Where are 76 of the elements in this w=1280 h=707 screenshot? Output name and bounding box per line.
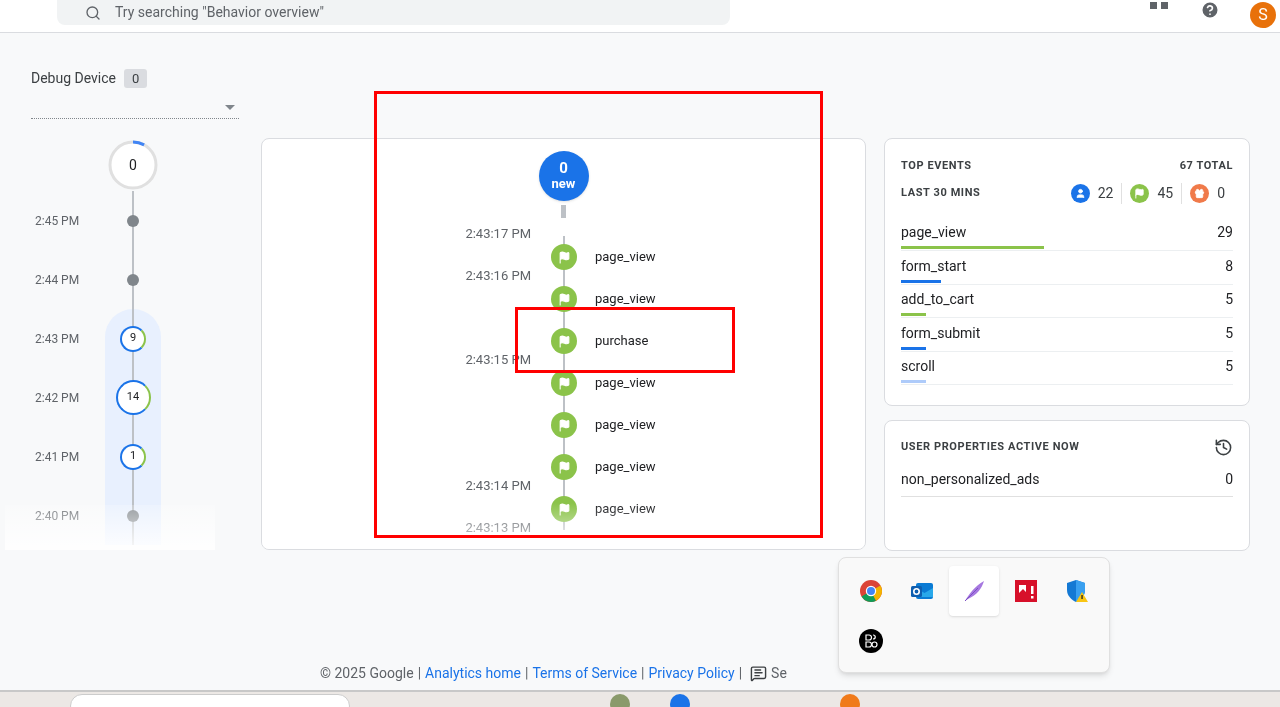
- flag-icon[interactable]: [551, 412, 577, 438]
- second-label: 2:43:14 PM: [465, 477, 532, 495]
- total-count: 67 TOTAL: [1179, 158, 1233, 174]
- search-field[interactable]: Try searching "Behavior overview": [57, 0, 730, 25]
- event-name[interactable]: page_view: [595, 247, 656, 267]
- property-name: non_personalized_ads: [901, 470, 1040, 489]
- event-count: 29: [1217, 223, 1233, 242]
- feedback-link[interactable]: Se: [771, 663, 787, 684]
- type-count: 0: [1217, 183, 1225, 203]
- event-name[interactable]: purchase: [595, 331, 649, 351]
- property-value: 0: [1225, 470, 1233, 489]
- search-input[interactable]: Try searching "Behavior overview": [115, 2, 730, 23]
- card-title: USER PROPERTIES ACTIVE NOW: [901, 439, 1080, 456]
- event-name[interactable]: page_view: [595, 457, 656, 477]
- gift-icon: [1190, 183, 1210, 203]
- minute-count[interactable]: 14: [115, 380, 151, 415]
- flag-icon[interactable]: [551, 286, 577, 312]
- event-name[interactable]: form_start: [901, 255, 967, 277]
- minute-count[interactable]: 9: [120, 325, 146, 352]
- event-name[interactable]: page_view: [595, 499, 656, 519]
- minute-label: 2:41 PM: [35, 448, 80, 466]
- mail-icon: [910, 580, 935, 602]
- footer-link[interactable]: Terms of Service: [532, 663, 638, 684]
- separator: |: [417, 664, 422, 683]
- shield-warning-icon: [1065, 579, 1090, 603]
- flag-icon: [1130, 183, 1150, 203]
- minute-label: 2:43 PM: [35, 330, 80, 348]
- device-count: 0: [124, 68, 148, 89]
- event-name[interactable]: page_view: [595, 289, 656, 309]
- footer-link[interactable]: Privacy Policy: [648, 663, 735, 684]
- warning-square-icon: [1014, 580, 1037, 602]
- event-count: 5: [1225, 290, 1233, 309]
- minute-label: 2:40 PM: [35, 507, 80, 525]
- help-icon[interactable]: [1200, 0, 1220, 20]
- feedback-icon: [750, 665, 768, 682]
- caret-icon: [225, 104, 235, 110]
- top-count: 0: [129, 155, 137, 175]
- period-label: LAST 30 MINS: [901, 184, 981, 201]
- event-count: 8: [1225, 256, 1233, 276]
- event-name[interactable]: form_submit: [901, 322, 981, 344]
- minute-label: 2:42 PM: [35, 389, 80, 407]
- second-label: 2:43:17 PM: [465, 225, 532, 243]
- event-name[interactable]: scroll: [901, 356, 935, 377]
- debug-device-label: Debug Device: [31, 69, 116, 88]
- separator: |: [738, 664, 743, 683]
- flag-icon[interactable]: [551, 244, 577, 270]
- flag-icon[interactable]: [551, 454, 577, 480]
- event-count: 5: [1225, 357, 1233, 376]
- minute-label: 2:45 PM: [35, 212, 80, 230]
- event-count: 5: [1225, 323, 1233, 343]
- event-name[interactable]: page_view: [595, 373, 656, 393]
- search-icon: [85, 4, 101, 21]
- event-name[interactable]: add_to_cart: [901, 289, 975, 310]
- flag-icon[interactable]: [551, 496, 577, 522]
- event-name[interactable]: page_view: [595, 415, 656, 435]
- apps-grid-icon[interactable]: [1150, 0, 1170, 10]
- second-label: 2:43:13 PM: [465, 519, 532, 537]
- browser-icon: [858, 579, 883, 603]
- feather-icon: [963, 580, 985, 602]
- separator: |: [524, 664, 529, 683]
- card-title: TOP EVENTS: [901, 158, 972, 174]
- type-count: 22: [1097, 183, 1114, 203]
- minute-label: 2:44 PM: [35, 271, 80, 289]
- second-label: 2:43:16 PM: [465, 267, 532, 285]
- person-icon: [1070, 183, 1090, 203]
- type-count: 45: [1157, 183, 1174, 203]
- copyright-text: © 2025 Google: [320, 664, 414, 683]
- event-name[interactable]: page_view: [901, 222, 967, 243]
- round-logo-icon: [858, 629, 883, 653]
- footer-link[interactable]: Analytics home: [425, 663, 521, 684]
- timeline-stub: [561, 205, 566, 218]
- flag-icon[interactable]: [551, 328, 577, 354]
- new-events-bubble[interactable]: 0 new: [538, 151, 589, 201]
- history-icon[interactable]: [1214, 438, 1233, 457]
- minute-count[interactable]: 1: [120, 443, 146, 470]
- separator: |: [641, 664, 645, 683]
